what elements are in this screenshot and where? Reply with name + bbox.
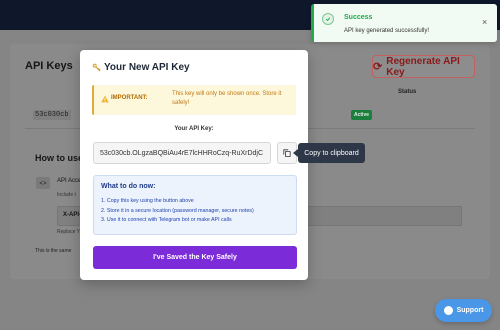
copy-icon	[283, 149, 291, 157]
refresh-icon: ⟳	[373, 61, 383, 73]
api-key-label: Your API Key:	[174, 126, 214, 132]
modal-title-text: Your New API Key	[104, 62, 190, 73]
support-button[interactable]: Support	[435, 299, 492, 322]
support-label: Support	[456, 307, 484, 314]
check-circle-icon	[322, 13, 334, 25]
toast-title: Success	[344, 14, 373, 21]
include-text: Include t	[57, 192, 76, 198]
chat-bubble-icon	[443, 306, 453, 315]
how-to-use-heading: How to use	[35, 153, 84, 163]
api-access-label: API Acce	[57, 178, 82, 184]
status-column-header: Status	[398, 89, 417, 95]
next-steps-title: What to do now:	[101, 183, 156, 190]
status-badge: Active	[351, 110, 373, 120]
warning-label: IMPORTANT:	[111, 95, 148, 101]
warning-icon	[101, 95, 109, 103]
footnote-text: This is the same	[35, 248, 72, 254]
api-key-preview: 53c030cb	[33, 110, 71, 120]
next-step-item: 2. Store it in a secure location (passwo…	[101, 207, 254, 214]
key-icon	[92, 63, 101, 72]
header-name: X-API-	[63, 212, 81, 218]
page-title: API Keys	[25, 60, 73, 72]
modal-title: Your New API Key	[92, 62, 190, 73]
api-key-field[interactable]: 53c030cb.OLgzaBQBiAu4rE7lcHHRoCzq-RuXrDd…	[93, 142, 271, 164]
replace-text: Replace Y	[57, 229, 80, 235]
regenerate-label: Regenerate API Key	[386, 55, 460, 78]
saved-key-button[interactable]: I've Saved the Key Safely	[93, 246, 297, 269]
next-step-item: 3. Use it to connect with Telegram bot o…	[101, 217, 232, 223]
close-icon[interactable]: ×	[482, 18, 487, 27]
regenerate-api-key-button[interactable]: ⟳ Regenerate API Key	[372, 55, 475, 78]
success-toast: Success API key generated successfully! …	[311, 4, 497, 42]
warning-text: This key will only be shown once. Store …	[172, 91, 282, 106]
toast-message: API key generated successfully!	[344, 28, 430, 34]
next-step-item: 1. Copy this key using the button above	[101, 198, 194, 204]
warning-banner: IMPORTANT: This key will only be shown o…	[92, 85, 296, 115]
new-api-key-modal: Your New API Key IMPORTANT: This key wil…	[80, 50, 308, 280]
next-steps-panel: What to do now: 1. Copy this key using t…	[93, 175, 297, 235]
code-icon: <>	[36, 177, 50, 189]
next-steps-list: 1. Copy this key using the button above …	[101, 197, 254, 226]
copy-tooltip: Copy to clipboard	[298, 143, 365, 163]
